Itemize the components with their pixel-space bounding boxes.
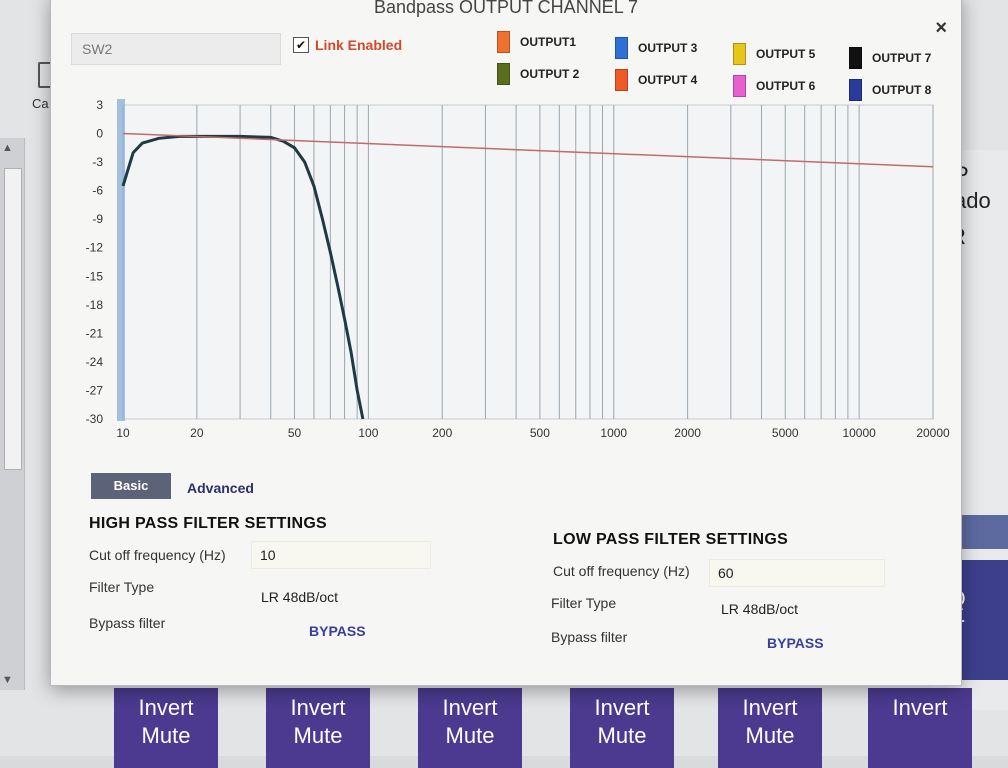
invert-mute-button-4[interactable]: Invert Mute [570,688,674,768]
legend-swatch [497,31,510,53]
y-tick-label: -6 [92,184,103,198]
x-tick-label: 10000 [842,426,876,440]
legend-label: OUTPUT 2 [520,67,580,81]
lpf-type-select[interactable]: LR 48dB/oct [721,601,798,617]
output-legend: OUTPUT1 OUTPUT 2 OUTPUT 3 OUTPUT 4 OUTPU… [497,31,947,103]
level-meter-strip [117,99,125,421]
lpf-bypass-button[interactable]: BYPASS [767,635,824,651]
background-scrollbar[interactable]: ▲ ▼ [0,138,25,690]
legend-label: OUTPUT1 [520,35,577,49]
y-tick-label: -30 [86,412,104,426]
scroll-up-icon[interactable]: ▲ [2,142,13,154]
scrollbar-thumb[interactable] [4,168,22,470]
legend-swatch [849,47,862,69]
link-enabled-label: Link Enabled [315,37,403,53]
background-right-text-1: P ado [954,162,991,213]
x-tick-label: 200 [432,426,452,440]
y-tick-label: -9 [92,212,103,226]
hpf-cutoff-input[interactable]: 10 [251,541,431,569]
plot-background [122,104,934,420]
lpf-cutoff-input[interactable]: 60 [709,559,885,587]
x-tick-label: 100 [358,426,378,440]
invert-mute-button-2[interactable]: Invert Mute [266,688,370,768]
lpf-cutoff-label: Cut off frequency (Hz) [553,563,690,579]
x-tick-label: 1000 [600,426,627,440]
tab-advanced[interactable]: Advanced [187,480,254,496]
legend-label: OUTPUT 8 [872,83,932,97]
legend-item-output6[interactable]: OUTPUT 6 [733,75,815,97]
legend-label: OUTPUT 7 [872,51,932,65]
invert-button-row: Invert Mute Invert Mute Invert Mute Invert M… [0,688,1008,768]
x-tick-label: 50 [288,426,302,440]
invert-mute-button-5[interactable]: Invert Mute [718,688,822,768]
channel-name-value: SW2 [82,41,113,57]
legend-swatch [497,63,510,85]
hpf-type-select[interactable]: LR 48dB/oct [261,589,338,605]
x-tick-label: 5000 [772,426,799,440]
legend-item-output4[interactable]: OUTPUT 4 [615,69,697,91]
legend-item-output5[interactable]: OUTPUT 5 [733,43,815,65]
legend-label: OUTPUT 5 [756,47,816,61]
legend-swatch [733,43,746,65]
channel-name-field[interactable]: SW2 [71,33,281,65]
background-left-label: Ca [32,96,49,111]
y-tick-label: -24 [86,355,104,369]
legend-item-output1[interactable]: OUTPUT1 [497,31,576,53]
x-tick-label: 20000 [916,426,950,440]
legend-item-output2[interactable]: OUTPUT 2 [497,63,579,85]
y-tick-label: -18 [86,298,104,312]
y-tick-label: -15 [86,269,104,283]
hpf-section-title: HIGH PASS FILTER SETTINGS [89,515,328,532]
tab-basic[interactable]: Basic [91,473,171,499]
y-tick-label: 0 [96,127,103,141]
legend-swatch [733,75,746,97]
legend-item-output7[interactable]: OUTPUT 7 [849,47,931,69]
link-enabled-checkbox[interactable]: ✔ [293,37,309,53]
y-tick-label: 3 [96,98,103,112]
lpf-type-label: Filter Type [551,595,617,611]
x-tick-label: 20 [190,426,204,440]
invert-mute-button-1[interactable]: Invert Mute [114,688,218,768]
legend-label: OUTPUT 4 [638,73,698,87]
hpf-bypass-button[interactable]: BYPASS [309,623,366,639]
x-tick-label: 500 [530,426,550,440]
legend-item-output3[interactable]: OUTPUT 3 [615,37,697,59]
y-tick-label: -21 [86,326,104,340]
frequency-response-chart: 3 0 -3 -6 -9 -12 -15 -18 -21 -24 -27 -30 10 20 50 100 20… [71,97,951,469]
hpf-type-label: Filter Type [89,579,155,595]
bandpass-dialog: Bandpass OUTPUT CHANNEL 7 × SW2 ✔ Link E… [50,0,962,686]
dialog-title: Bandpass OUTPUT CHANNEL 7 [373,0,639,17]
hpf-bypass-label: Bypass filter [89,615,166,631]
y-tick-label: -27 [86,383,104,397]
legend-label: OUTPUT 3 [638,41,698,55]
invert-mute-button-6[interactable]: Invert [868,688,972,768]
frequency-response-svg[interactable]: 3 0 -3 -6 -9 -12 -15 -18 -21 -24 -27 -30 10 20 50 100 20… [71,97,951,469]
legend-swatch [615,37,628,59]
y-tick-label: -3 [92,155,103,169]
invert-mute-button-3[interactable]: Invert Mute [418,688,522,768]
lpf-bypass-label: Bypass filter [551,629,628,645]
legend-label: OUTPUT 6 [756,79,816,93]
lpf-section-title: LOW PASS FILTER SETTINGS [553,531,789,548]
x-tick-label: 2000 [674,426,701,440]
y-tick-label: -12 [86,241,104,255]
hpf-cutoff-label: Cut off frequency (Hz) [89,547,226,563]
x-tick-label: 10 [116,426,130,440]
hpf-cutoff-value: 10 [260,547,276,563]
link-enabled-control[interactable]: ✔ Link Enabled [293,37,402,53]
lpf-cutoff-value: 60 [718,565,734,581]
legend-swatch [615,69,628,91]
scroll-down-icon[interactable]: ▼ [2,674,13,686]
